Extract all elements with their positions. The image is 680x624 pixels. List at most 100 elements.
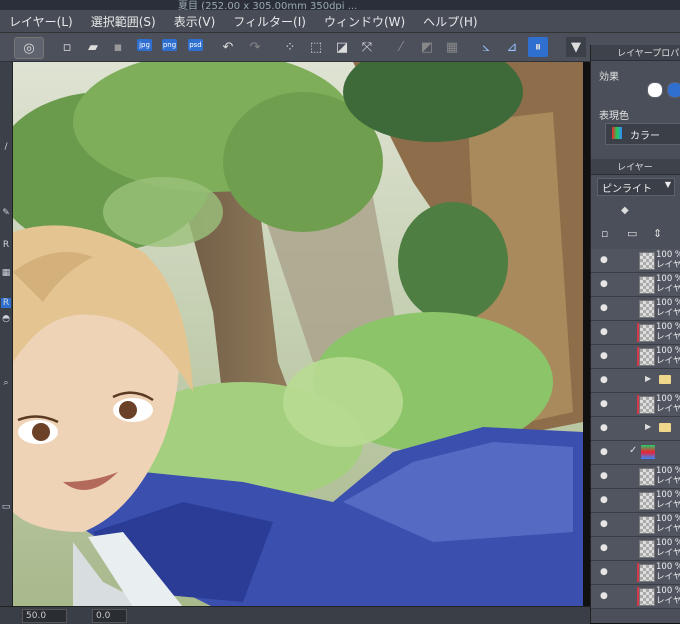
zoom-icon[interactable]: ⌕	[1, 378, 11, 388]
layer-row[interactable]: ● 100 %レイヤー	[591, 561, 680, 585]
blend-mode-value: ピンライト	[602, 184, 652, 195]
visibility-eye-icon[interactable]: ●	[600, 543, 608, 553]
layer-property-title: レイヤープロパティ	[617, 49, 680, 59]
blend-mode-select[interactable]: ピンライト ▼	[597, 178, 675, 196]
copy-layer-icon[interactable]: ▭	[627, 227, 637, 240]
bucket-icon[interactable]: ◓	[1, 314, 11, 324]
folder-expand-icon[interactable]: ▶	[645, 422, 651, 431]
layer-panel-header: レイヤー	[591, 159, 680, 175]
merge-layer-icon[interactable]: ⇕	[653, 227, 662, 240]
effect-border-toggle[interactable]	[647, 82, 663, 98]
menu-selection[interactable]: 選択範囲(S)	[82, 13, 165, 30]
layer-label: 100 %レイヤー	[656, 250, 680, 270]
expression-color-label: 表現色	[599, 111, 629, 122]
selection-all-icon[interactable]: ⬚	[306, 37, 326, 57]
layer-label: 100 %レイヤー	[656, 274, 680, 294]
snap-special-icon[interactable]: ⊿	[502, 37, 522, 57]
layer-row[interactable]: ● 100 %レイヤー	[591, 297, 680, 321]
menu-view[interactable]: 表示(V)	[165, 13, 225, 30]
save-icon[interactable]: ▪	[108, 37, 128, 57]
visibility-eye-icon[interactable]: ●	[600, 327, 608, 337]
layer-opacity: 100 %	[656, 346, 680, 356]
layer-row[interactable]: ● 100 %レイヤー	[591, 345, 680, 369]
layer-row[interactable]: ● 100 %レイヤー	[591, 513, 680, 537]
visibility-eye-icon[interactable]: ●	[600, 303, 608, 313]
folder-icon	[659, 375, 671, 384]
layer-opacity: 100 %	[656, 514, 680, 524]
status-bar: 50.0 0.0	[0, 606, 590, 624]
toolbar-menu-chevron-icon[interactable]: ▼	[566, 37, 586, 57]
visibility-eye-icon[interactable]: ●	[600, 255, 608, 265]
layer-label: 100 %レイヤー	[656, 562, 680, 582]
selected-tool-icon[interactable]: R	[1, 298, 11, 308]
layer-name: レイヤー	[656, 548, 680, 558]
clear-icon[interactable]: ⁘	[280, 37, 300, 57]
menu-layer[interactable]: レイヤー(L)	[0, 13, 82, 30]
layer-row[interactable]: ● 100 %レイヤー	[591, 585, 680, 609]
layer-thumbnail	[639, 564, 655, 582]
layer-label: 100 %レイヤー	[656, 466, 680, 486]
window-titlebar: 夏目 (252.00 x 305.00mm 350dpi ...	[0, 0, 680, 12]
visibility-eye-icon[interactable]: ●	[600, 447, 608, 457]
export-jpg-icon[interactable]: jpg	[137, 39, 152, 51]
visibility-eye-icon[interactable]: ●	[600, 471, 608, 481]
layer-label: 100 %レイヤー	[656, 346, 680, 366]
menu-filter[interactable]: フィルター(I)	[224, 13, 315, 30]
expression-color-value: カラー	[630, 131, 660, 142]
snap-ruler-icon[interactable]: ⦣	[476, 37, 496, 57]
export-png-icon[interactable]: png	[162, 39, 177, 51]
visibility-eye-icon[interactable]: ●	[600, 399, 608, 409]
layer-row[interactable]: ● 100 %レイヤー	[591, 273, 680, 297]
folder-expand-icon[interactable]: ▶	[645, 374, 651, 383]
layer-thumbnail	[639, 276, 655, 294]
color-mode-icon	[612, 127, 622, 139]
eraser-icon[interactable]: ▭	[1, 502, 11, 512]
rotation-value[interactable]: 0.0	[92, 609, 127, 623]
visibility-eye-icon[interactable]: ●	[600, 495, 608, 505]
fill-icon[interactable]: ◪	[332, 37, 352, 57]
visibility-eye-icon[interactable]: ●	[600, 519, 608, 529]
pen-icon[interactable]: ✎	[1, 208, 11, 218]
new-file-icon[interactable]: ▫	[57, 37, 77, 57]
menu-help[interactable]: ヘルプ(H)	[414, 13, 486, 30]
ruler-off-icon[interactable]: ⁄	[391, 37, 411, 57]
layer-row[interactable]: ● 100 %レイヤー	[591, 321, 680, 345]
snap-grid-icon[interactable]: ⏸	[528, 37, 548, 57]
layer-row[interactable]: ● ✓	[591, 441, 680, 465]
layer-row[interactable]: ● ▶	[591, 369, 680, 393]
brush-icon[interactable]: /	[1, 142, 11, 152]
visibility-eye-icon[interactable]: ●	[600, 351, 608, 361]
effect-tone-toggle[interactable]	[667, 82, 680, 98]
layer-row[interactable]: ● 100 %レイヤー	[591, 465, 680, 489]
visibility-eye-icon[interactable]: ●	[600, 423, 608, 433]
layer-row[interactable]: ● ▶	[591, 417, 680, 441]
open-folder-icon[interactable]: ▰	[83, 37, 103, 57]
layer-row[interactable]: ● 100 %レイヤー	[591, 393, 680, 417]
gradient-icon[interactable]: ◩	[417, 37, 437, 57]
undo-icon[interactable]: ↶	[218, 37, 238, 57]
text-tool-icon[interactable]: R	[1, 240, 11, 250]
artwork-canvas[interactable]	[13, 62, 583, 607]
grid-icon[interactable]: ▦	[442, 37, 462, 57]
expression-color-select[interactable]: カラー	[605, 123, 680, 145]
layer-label: 100 %レイヤー	[656, 394, 680, 414]
artwork-illustration	[13, 62, 583, 607]
fill-tool-icon[interactable]: ▦	[1, 268, 11, 278]
visibility-eye-icon[interactable]: ●	[600, 591, 608, 601]
visibility-eye-icon[interactable]: ●	[600, 279, 608, 289]
layer-name: レイヤー	[656, 404, 680, 414]
layer-row[interactable]: ● 100 %レイヤー	[591, 537, 680, 561]
menu-window[interactable]: ウィンドウ(W)	[315, 13, 414, 30]
redo-icon[interactable]: ↷	[245, 37, 265, 57]
app-logo-icon[interactable]: ◎	[14, 37, 44, 59]
export-psd-icon[interactable]: psd	[188, 39, 203, 51]
transform-icon[interactable]: ⤧	[357, 37, 377, 57]
visibility-eye-icon[interactable]: ●	[600, 567, 608, 577]
layer-thumbnail	[639, 396, 655, 414]
layer-row[interactable]: ● 100 %レイヤー	[591, 249, 680, 273]
zoom-value[interactable]: 50.0	[22, 609, 67, 623]
opacity-slider-icon[interactable]: ◆	[621, 205, 629, 216]
layer-row[interactable]: ● 100 %レイヤー	[591, 489, 680, 513]
visibility-eye-icon[interactable]: ●	[600, 375, 608, 385]
new-layer-icon[interactable]: ▫	[601, 227, 608, 240]
